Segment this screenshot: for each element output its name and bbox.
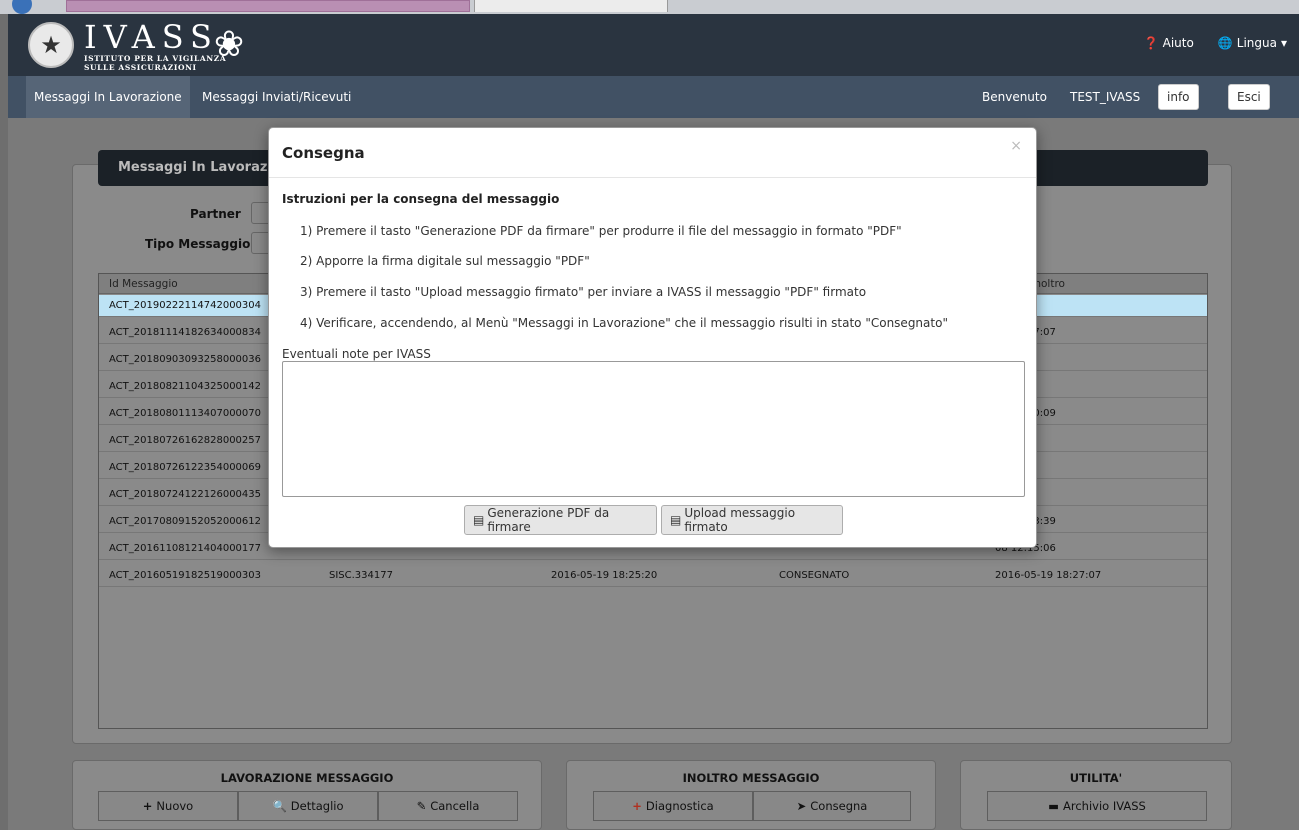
instruction-step: 2) Apporre la firma digitale sul messagg… bbox=[300, 254, 590, 268]
plus-icon: + bbox=[142, 799, 153, 813]
globe-icon: 🌐 bbox=[1217, 36, 1233, 50]
close-icon[interactable]: × bbox=[1010, 138, 1022, 154]
table-cell: ACT_20180726162828000257 bbox=[109, 435, 262, 446]
lavorazione-section: LAVORAZIONE MESSAGGIO + Nuovo 🔍 Dettagli… bbox=[72, 760, 542, 830]
diagnostica-label: Diagnostica bbox=[645, 799, 714, 813]
logo-subtitle: ISTITUTO PER LA VIGILANZA bbox=[84, 54, 227, 63]
table-cell: 2016-05-19 18:25:20 bbox=[551, 570, 658, 581]
dettaglio-button[interactable]: 🔍 Dettaglio bbox=[238, 791, 378, 821]
tipo-messaggio-label: Tipo Messaggio bbox=[145, 237, 251, 251]
table-cell: ACT_20160519182519000303 bbox=[109, 570, 262, 581]
instructions-title: Istruzioni per la consegna del messaggio bbox=[282, 192, 560, 206]
table-cell: ACT_20180724122126000435 bbox=[109, 489, 262, 500]
header-links: ❓ Aiuto 🌐 Lingua ▾ bbox=[1144, 36, 1287, 50]
upload-file-icon: ▤ bbox=[670, 513, 682, 527]
info-button[interactable]: info bbox=[1158, 84, 1199, 110]
help-link[interactable]: ❓ Aiuto bbox=[1144, 36, 1194, 50]
table-cell: CONSEGNATO bbox=[779, 570, 850, 581]
archivio-label: Archivio IVASS bbox=[1063, 799, 1146, 813]
eraser-icon: ✎ bbox=[416, 799, 427, 813]
browser-tab[interactable] bbox=[66, 0, 470, 12]
help-label: Aiuto bbox=[1162, 36, 1194, 50]
utilita-section: UTILITA' ▬ Archivio IVASS bbox=[960, 760, 1232, 830]
logo: IVASS ISTITUTO PER LA VIGILANZA SULLE AS… bbox=[84, 20, 226, 72]
cancella-button[interactable]: ✎ Cancella bbox=[378, 791, 518, 821]
col-id-messaggio[interactable]: Id Messaggio bbox=[109, 278, 178, 290]
partner-label: Partner bbox=[190, 207, 241, 221]
cancella-label: Cancella bbox=[430, 799, 480, 813]
instruction-step: 1) Premere il tasto "Generazione PDF da … bbox=[300, 224, 902, 238]
section-title: LAVORAZIONE MESSAGGIO bbox=[220, 771, 394, 785]
plus-red-icon: + bbox=[632, 799, 642, 813]
notes-label: Eventuali note per IVASS bbox=[282, 347, 431, 361]
tab-messaggi-in-lavorazione[interactable]: Messaggi In Lavorazione bbox=[26, 76, 190, 118]
table-cell: ACT_20180726122354000069 bbox=[109, 462, 262, 473]
instruction-step: 4) Verificare, accendendo, al Menù "Mess… bbox=[300, 316, 948, 330]
upload-signed-button[interactable]: ▤ Upload messaggio firmato bbox=[661, 505, 843, 535]
welcome-label: Benvenuto bbox=[982, 90, 1047, 104]
inoltro-section: INOLTRO MESSAGGIO + Diagnostica ➤ Conseg… bbox=[566, 760, 936, 830]
browser-chrome bbox=[0, 0, 1299, 14]
republic-emblem-icon: ★ bbox=[28, 22, 74, 68]
navbar: Messaggi In Lavorazione Messaggi Inviati… bbox=[8, 76, 1299, 118]
consegna-label: Consegna bbox=[810, 799, 868, 813]
upload-signed-label: Upload messaggio firmato bbox=[684, 506, 796, 534]
archive-icon: ▬ bbox=[1048, 799, 1060, 813]
generate-pdf-button[interactable]: ▤ Generazione PDF da firmare bbox=[464, 505, 657, 535]
notes-textarea[interactable] bbox=[282, 361, 1025, 497]
table-cell: ACT_20180821104325000142 bbox=[109, 381, 262, 392]
table-cell: SISC.334177 bbox=[329, 570, 393, 581]
section-title: INOLTRO MESSAGGIO bbox=[682, 771, 820, 785]
generate-pdf-label: Generazione PDF da firmare bbox=[487, 506, 610, 534]
diagnostica-button[interactable]: + Diagnostica bbox=[593, 791, 753, 821]
question-circle-icon: ❓ bbox=[1143, 36, 1159, 50]
language-label: Lingua bbox=[1236, 36, 1277, 50]
logo-title: IVASS bbox=[84, 18, 219, 56]
browser-tab[interactable] bbox=[474, 0, 668, 12]
consegna-button[interactable]: ➤ Consegna bbox=[753, 791, 911, 821]
caret-down-icon: ▾ bbox=[1280, 36, 1287, 50]
modal-header: Consegna × bbox=[269, 128, 1036, 178]
tab-messaggi-inviati-ricevuti[interactable]: Messaggi Inviati/Ricevuti bbox=[196, 76, 357, 118]
search-icon: 🔍 bbox=[272, 799, 287, 813]
app-header: ★ IVASS ISTITUTO PER LA VIGILANZA SULLE … bbox=[8, 14, 1299, 76]
nuovo-button[interactable]: + Nuovo bbox=[98, 791, 238, 821]
table-cell: ACT_20170809152052000612 bbox=[109, 516, 262, 527]
section-title: UTILITA' bbox=[1069, 771, 1123, 785]
pdf-file-icon: ▤ bbox=[473, 513, 485, 527]
table-cell: ACT_20180801113407000070 bbox=[109, 408, 262, 419]
modal-title: Consegna bbox=[282, 144, 365, 162]
browser-icon bbox=[12, 0, 32, 14]
table-cell: ACT_20161108121404000177 bbox=[109, 543, 262, 554]
table-cell: ACT_20181114182634000834 bbox=[109, 327, 262, 338]
dettaglio-label: Dettaglio bbox=[290, 799, 344, 813]
username-label: TEST_IVASS bbox=[1070, 90, 1141, 104]
table-cell: 2016-05-19 18:27:07 bbox=[995, 570, 1102, 581]
send-icon: ➤ bbox=[796, 799, 807, 813]
language-dropdown[interactable]: 🌐 Lingua ▾ bbox=[1218, 36, 1287, 50]
nuovo-label: Nuovo bbox=[156, 799, 194, 813]
table-row[interactable]: ACT_20160519182519000303 SISC.334177 2016-… bbox=[99, 565, 1207, 587]
logo-subtitle: SULLE ASSICURAZIONI bbox=[84, 63, 197, 72]
exit-button[interactable]: Esci bbox=[1228, 84, 1270, 110]
knot-logo-icon: ❀ bbox=[213, 24, 245, 65]
instruction-step: 3) Premere il tasto "Upload messaggio fi… bbox=[300, 285, 867, 299]
consegna-modal: Consegna × Istruzioni per la consegna de… bbox=[268, 127, 1037, 548]
table-cell: ACT_20180903093258000036 bbox=[109, 354, 262, 365]
archivio-ivass-button[interactable]: ▬ Archivio IVASS bbox=[987, 791, 1207, 821]
table-cell: ACT_20190222114742000304 bbox=[109, 300, 262, 311]
